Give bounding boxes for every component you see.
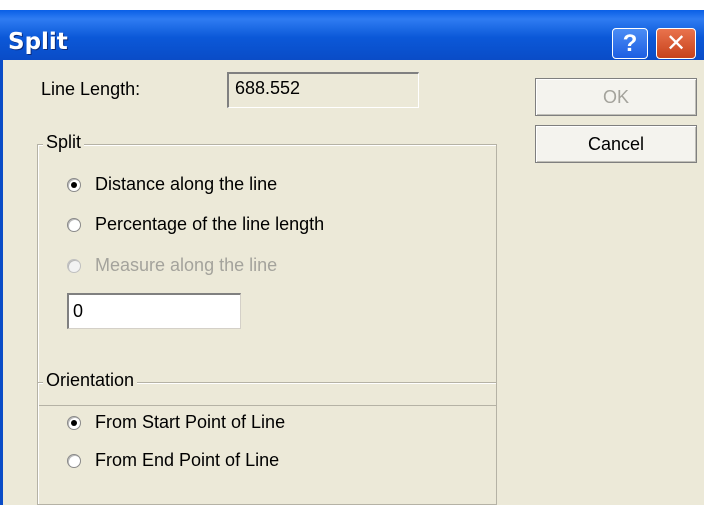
split-dialog: Split ? ✕ Line Length: 688.552 OK Cancel… — [0, 0, 704, 505]
line-length-label: Line Length: — [41, 79, 141, 99]
help-icon: ? — [622, 29, 638, 57]
orientation-group-legend: Orientation — [43, 370, 138, 391]
radio-label: Percentage of the line length — [95, 214, 325, 234]
cancel-button[interactable]: Cancel — [535, 125, 697, 163]
ok-button[interactable]: OK — [535, 78, 697, 116]
orientation-groupbox — [37, 382, 497, 505]
line-length-field: 688.552 — [227, 72, 419, 108]
help-button[interactable]: ? — [612, 28, 648, 59]
dialog-client-area: Line Length: 688.552 OK Cancel Split Dis… — [0, 60, 704, 505]
radio-button-icon — [67, 217, 81, 232]
radio-button-icon — [67, 415, 81, 430]
close-icon: ✕ — [665, 29, 687, 57]
radio-from-end-point[interactable]: From End Point of Line — [67, 450, 279, 471]
radio-distance-along-line[interactable]: Distance along the line — [67, 174, 277, 195]
close-button[interactable]: ✕ — [656, 28, 696, 59]
radio-measure-along-line: Measure along the line — [67, 255, 277, 276]
radio-label: From End Point of Line — [95, 450, 280, 470]
radio-from-start-point[interactable]: From Start Point of Line — [67, 412, 285, 433]
split-value-input[interactable] — [67, 293, 241, 329]
window-top-strip — [0, 0, 704, 10]
title-bar[interactable]: Split ? ✕ — [0, 10, 704, 60]
radio-label: Distance along the line — [95, 174, 278, 194]
radio-label: Measure along the line — [95, 255, 278, 275]
split-group-legend: Split — [43, 132, 85, 153]
window-title: Split — [8, 29, 68, 55]
radio-button-icon — [67, 177, 81, 192]
radio-button-icon — [67, 258, 81, 273]
radio-button-icon — [67, 453, 81, 468]
radio-label: From Start Point of Line — [95, 412, 286, 432]
radio-percentage-of-line[interactable]: Percentage of the line length — [67, 214, 324, 235]
